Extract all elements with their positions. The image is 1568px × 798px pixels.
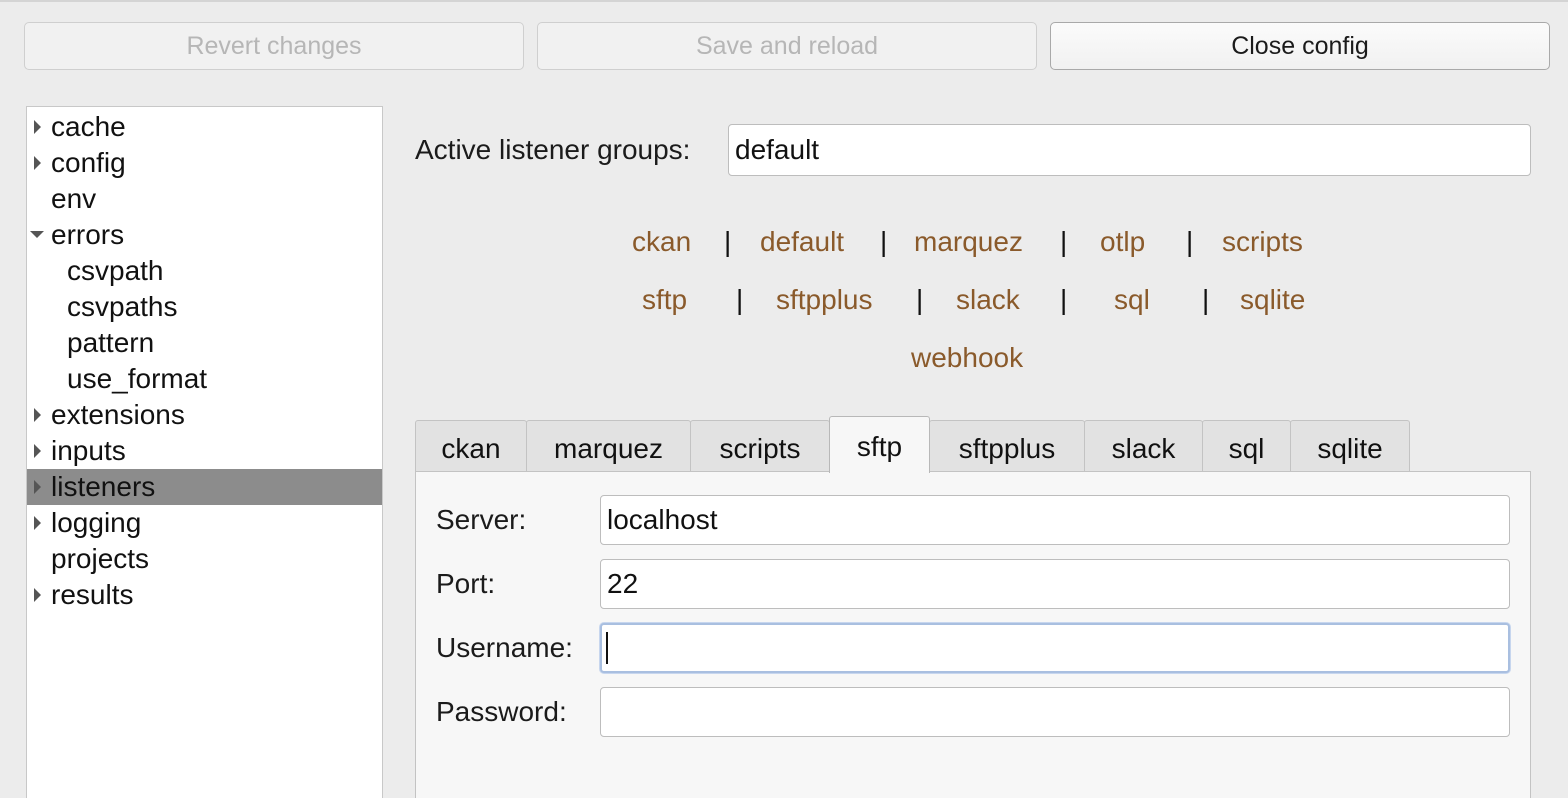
tree-item-extensions[interactable]: extensions — [27, 397, 382, 433]
tree-item-results[interactable]: results — [27, 577, 382, 613]
group-link-scripts[interactable]: scripts — [1222, 224, 1303, 260]
expand-arrow-icon[interactable] — [29, 109, 43, 145]
tab-sql[interactable]: sql — [1202, 420, 1291, 472]
group-link-sqlite[interactable]: sqlite — [1240, 282, 1305, 318]
link-separator: | — [1202, 284, 1210, 315]
tree-item-label: csvpaths — [67, 291, 178, 322]
group-link-otlp[interactable]: otlp — [1100, 224, 1145, 260]
tree-item-pattern[interactable]: pattern — [27, 325, 382, 361]
tree-item-label: results — [51, 579, 134, 610]
link-separator: | — [1060, 284, 1068, 315]
tree-item-label: projects — [51, 543, 150, 574]
expand-arrow-icon[interactable] — [29, 469, 43, 505]
tree-item-cache[interactable]: cache — [27, 109, 382, 145]
tree-item-errors[interactable]: errors — [27, 217, 382, 253]
tree-item-label: inputs — [51, 435, 126, 466]
active-listener-groups-input[interactable]: default — [728, 124, 1531, 176]
collapse-arrow-icon[interactable] — [29, 217, 44, 253]
server-label: Server: — [436, 504, 527, 535]
tab-ckan[interactable]: ckan — [415, 420, 527, 472]
link-separator: | — [736, 284, 744, 315]
tree-item-label: extensions — [51, 399, 185, 430]
tree-item-label: errors — [51, 219, 125, 250]
tree-item-label: csvpath — [67, 255, 164, 286]
group-link-sftp[interactable]: sftp — [642, 282, 687, 318]
password-input[interactable] — [600, 687, 1510, 737]
group-link-default[interactable]: default — [760, 224, 844, 260]
tree-item-env[interactable]: env — [27, 181, 382, 217]
save-and-reload-button[interactable]: Save and reload — [537, 22, 1037, 70]
tab-slack[interactable]: slack — [1084, 420, 1203, 472]
tree-item-label: use_format — [67, 363, 208, 394]
link-separator: | — [724, 226, 732, 257]
tree-item-config[interactable]: config — [27, 145, 382, 181]
tree-item-logging[interactable]: logging — [27, 505, 382, 541]
tab-marquez[interactable]: marquez — [526, 420, 691, 472]
tree-item-projects[interactable]: projects — [27, 541, 382, 577]
tab-sftp[interactable]: sftp — [829, 416, 930, 473]
tree-item-use-format[interactable]: use_format — [27, 361, 382, 397]
revert-changes-button[interactable]: Revert changes — [24, 22, 524, 70]
tree-item-label: env — [51, 183, 97, 214]
tab-sftpplus[interactable]: sftpplus — [929, 420, 1085, 472]
group-link-ckan[interactable]: ckan — [632, 224, 691, 260]
expand-arrow-icon[interactable] — [29, 145, 43, 181]
group-link-sftpplus[interactable]: sftpplus — [776, 282, 873, 318]
tree-item-label: config — [51, 147, 126, 178]
link-separator: | — [916, 284, 924, 315]
config-window: Revert changes Save and reload Close con… — [0, 0, 1568, 798]
tree-item-label: pattern — [67, 327, 155, 358]
link-separator: | — [1186, 226, 1194, 257]
server-input[interactable] — [600, 495, 1510, 545]
link-separator: | — [880, 226, 888, 257]
tree-item-label: logging — [51, 507, 142, 538]
window-top-border — [0, 0, 1568, 2]
tree-item-csvpath[interactable]: csvpath — [27, 253, 382, 289]
group-link-webhook[interactable]: webhook — [911, 340, 1023, 376]
tree-item-csvpaths[interactable]: csvpaths — [27, 289, 382, 325]
group-link-sql[interactable]: sql — [1114, 282, 1150, 318]
close-config-button[interactable]: Close config — [1050, 22, 1550, 70]
tree-item-inputs[interactable]: inputs — [27, 433, 382, 469]
group-link-marquez[interactable]: marquez — [914, 224, 1023, 260]
tab-sqlite[interactable]: sqlite — [1290, 420, 1410, 472]
expand-arrow-icon[interactable] — [29, 433, 43, 469]
expand-arrow-icon[interactable] — [29, 577, 43, 613]
tree-item-listeners[interactable]: listeners — [27, 469, 382, 505]
tree-item-label: cache — [51, 111, 126, 142]
username-label: Username: — [436, 632, 573, 663]
active-listener-groups-label: Active listener groups: — [415, 134, 691, 165]
tree-item-label: listeners — [51, 471, 156, 502]
tab-scripts[interactable]: scripts — [690, 420, 830, 472]
expand-arrow-icon[interactable] — [29, 505, 43, 541]
link-separator: | — [1060, 226, 1068, 257]
config-section-tree[interactable]: cache config env errors csvpath csvpaths… — [26, 106, 383, 798]
port-label: Port: — [436, 568, 496, 599]
username-input[interactable] — [600, 623, 1510, 673]
text-cursor — [606, 632, 608, 664]
password-label: Password: — [436, 696, 567, 727]
port-input[interactable] — [600, 559, 1510, 609]
group-link-slack[interactable]: slack — [956, 282, 1020, 318]
expand-arrow-icon[interactable] — [29, 397, 43, 433]
